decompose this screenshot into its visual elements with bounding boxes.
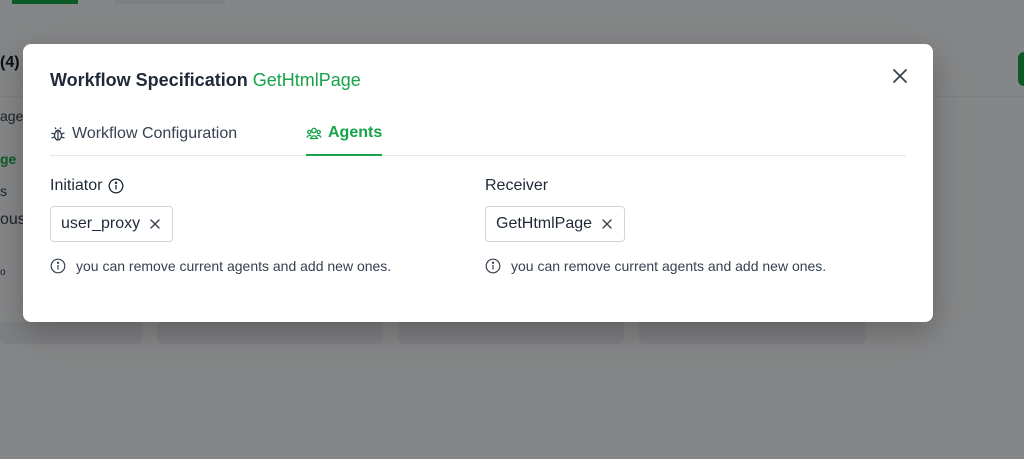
initiator-label-text: Initiator	[50, 177, 103, 194]
close-icon	[150, 219, 160, 229]
initiator-label: Initiator	[50, 177, 124, 195]
receiver-hint-text: you can remove current agents and add ne…	[511, 258, 827, 274]
initiator-agent-tag: user_proxy	[61, 215, 141, 232]
bug-icon	[50, 126, 66, 142]
users-icon	[306, 125, 322, 141]
close-icon	[602, 219, 612, 229]
receiver-agent-select[interactable]: GetHtmlPage	[485, 206, 626, 242]
initiator-agent-select[interactable]: user_proxy	[50, 206, 174, 242]
close-button[interactable]	[889, 65, 911, 87]
receiver-label: Receiver	[485, 177, 548, 195]
tab-label: Agents	[328, 124, 383, 141]
receiver-hint: you can remove current agents and add ne…	[485, 258, 826, 274]
info-icon[interactable]	[108, 178, 124, 194]
close-icon	[893, 69, 907, 83]
tab-workflow-configuration[interactable]: Workflow Configuration	[50, 112, 237, 156]
modal-title-text: Workflow Specification	[50, 70, 248, 90]
info-icon	[50, 258, 66, 274]
receiver-agent-tag: GetHtmlPage	[496, 215, 593, 232]
info-icon	[485, 258, 501, 274]
remove-initiator-agent-button[interactable]	[148, 217, 162, 231]
receiver-label-text: Receiver	[485, 177, 549, 194]
tab-agents[interactable]: Agents	[306, 112, 383, 156]
initiator-hint: you can remove current agents and add ne…	[50, 258, 391, 274]
initiator-hint-text: you can remove current agents and add ne…	[76, 258, 392, 274]
remove-receiver-agent-button[interactable]	[600, 217, 614, 231]
modal-tabs: Workflow Configuration Agents	[50, 112, 906, 156]
tab-label: Workflow Configuration	[72, 125, 238, 142]
modal-title: Workflow Specification GetHtmlPage	[50, 70, 361, 91]
modal-title-workflow-name: GetHtmlPage	[252, 70, 361, 90]
workflow-specification-modal: Workflow Specification GetHtmlPage Workf…	[23, 44, 933, 322]
